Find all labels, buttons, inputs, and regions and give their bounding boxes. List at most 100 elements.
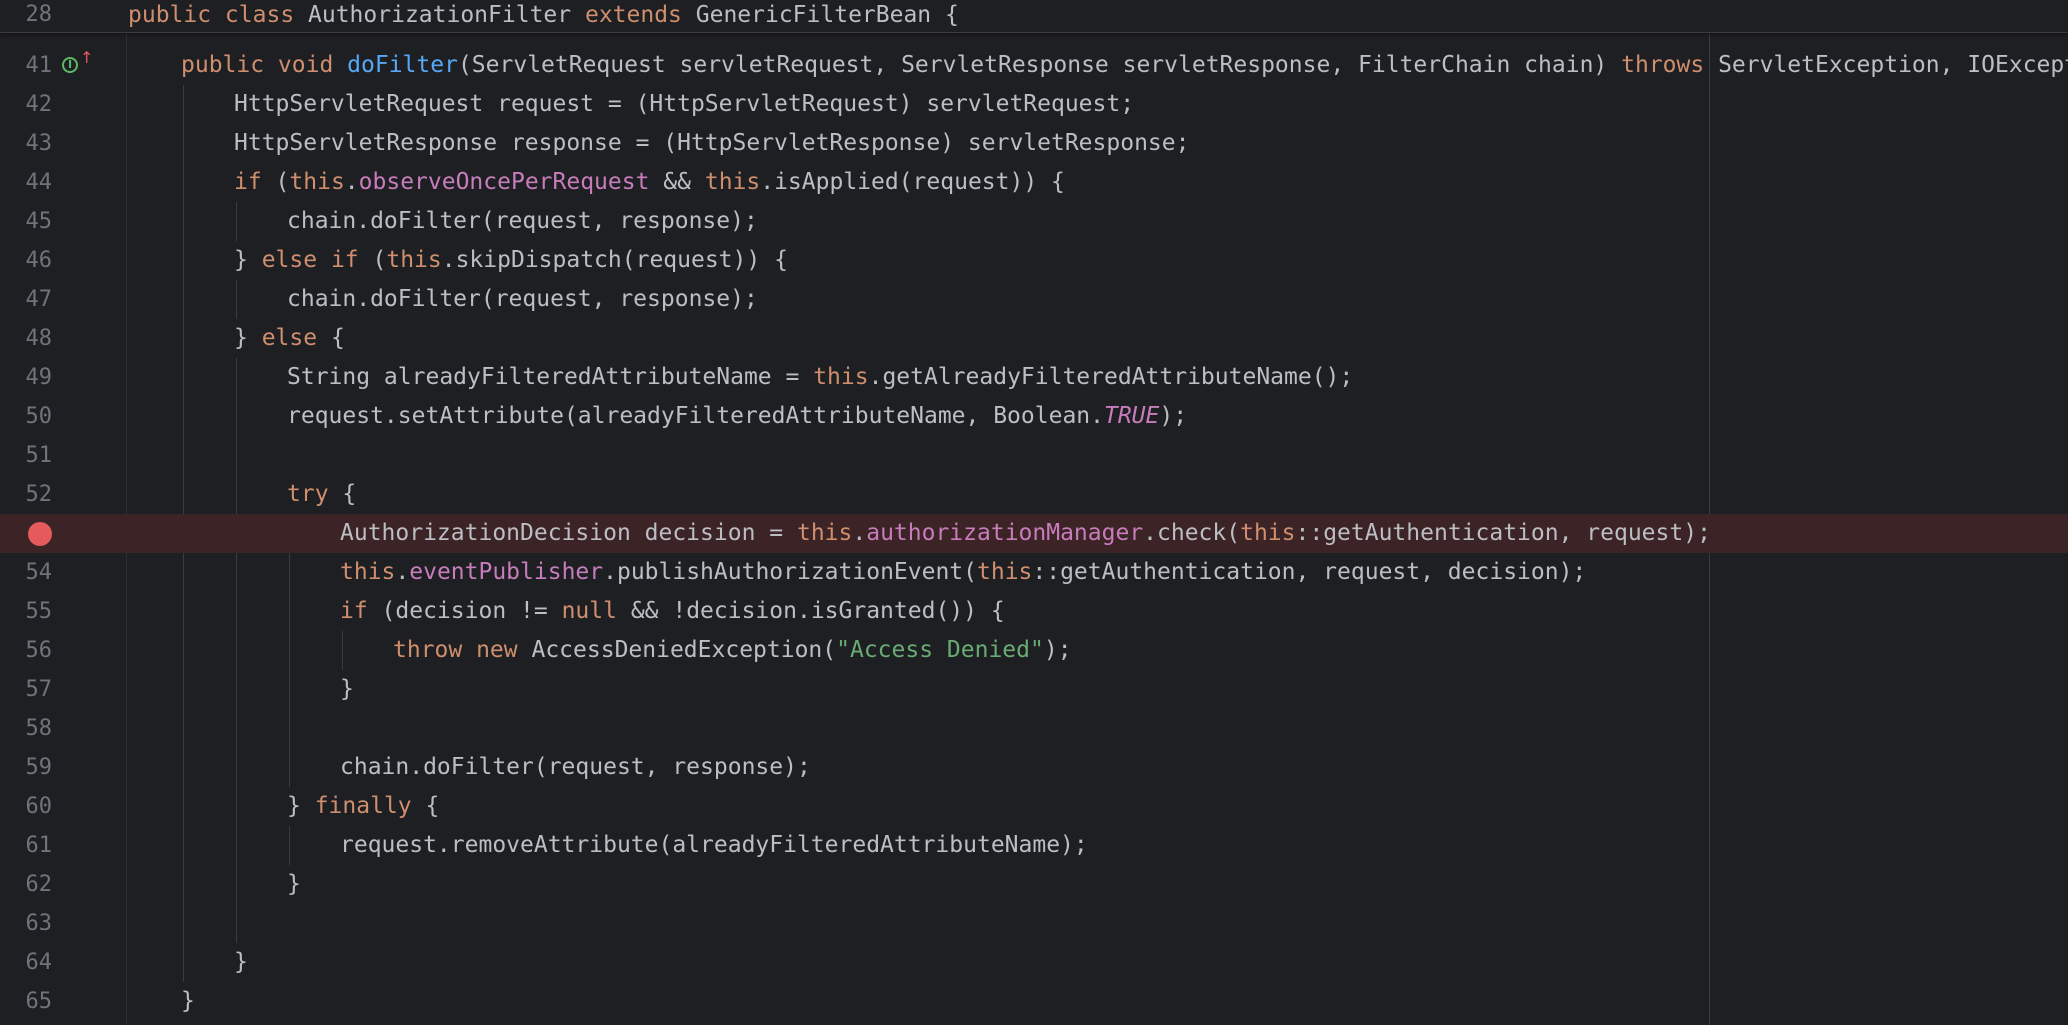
line-number[interactable]: 65 xyxy=(0,982,53,1021)
code-token: (decision != xyxy=(381,598,562,624)
code-line[interactable]: 57} xyxy=(0,670,2068,709)
code-line[interactable]: 50 request.setAttribute(alreadyFilteredAt… xyxy=(0,397,2068,436)
code-token: } xyxy=(287,793,315,819)
code-line[interactable]: 56 throw new AccessDeniedException("Acces… xyxy=(0,631,2068,670)
code-text[interactable]: AuthorizationDecision decision = this.au… xyxy=(340,514,1711,553)
line-number[interactable]: 59 xyxy=(0,748,53,787)
code-token: public class xyxy=(128,2,309,28)
code-line[interactable]: 41 I ↑ public void doFilter(ServletRequest … xyxy=(0,46,2068,85)
line-number[interactable]: 49 xyxy=(0,358,53,397)
code-text[interactable]: } finally { xyxy=(287,787,439,826)
implements-method-icon[interactable]: I xyxy=(62,57,78,73)
code-editor[interactable]: 28 public class AuthorizationFilter exte… xyxy=(0,0,2068,1025)
line-number[interactable]: 42 xyxy=(0,85,53,124)
code-token: if xyxy=(234,169,276,195)
code-line[interactable]: 45 chain.doFilter(request, response); xyxy=(0,202,2068,241)
code-line[interactable]: 52 try { xyxy=(0,475,2068,514)
code-token: } xyxy=(234,325,262,351)
code-token: this xyxy=(1240,520,1296,546)
code-token: ); xyxy=(1043,637,1072,663)
line-number[interactable]: 57 xyxy=(0,670,53,709)
code-token: public void xyxy=(181,52,348,78)
code-text[interactable]: } xyxy=(340,670,354,709)
code-text[interactable]: public class AuthorizationFilter extends… xyxy=(128,0,959,30)
code-token: else xyxy=(261,325,331,351)
code-text[interactable]: throw new AccessDeniedException("Access … xyxy=(393,631,1072,670)
code-token: } xyxy=(181,988,195,1014)
line-number[interactable]: 48 xyxy=(0,319,53,358)
code-text[interactable]: HttpServletResponse response = (HttpServ… xyxy=(234,124,1189,163)
line-number[interactable]: 63 xyxy=(0,904,53,943)
code-text[interactable]: } xyxy=(181,982,195,1021)
code-line[interactable]: 58 xyxy=(0,709,2068,748)
line-number[interactable]: 55 xyxy=(0,592,53,631)
line-number[interactable]: 61 xyxy=(0,826,53,865)
line-number[interactable]: 41 xyxy=(0,46,53,85)
line-number[interactable]: 50 xyxy=(0,397,53,436)
line-number[interactable]: 56 xyxy=(0,631,53,670)
code-token: ::getAuthentication, request, decision); xyxy=(1032,559,1587,585)
code-line[interactable]: 54 this.eventPublisher.publishAuthorizati… xyxy=(0,553,2068,592)
code-line[interactable]: 61 request.removeAttribute(alreadyFiltere… xyxy=(0,826,2068,865)
code-text[interactable]: public void doFilter(ServletRequest serv… xyxy=(181,46,2068,85)
code-token: ::getAuthentication, request); xyxy=(1295,520,1711,546)
code-line[interactable]: 51 xyxy=(0,436,2068,475)
code-text[interactable]: HttpServletRequest request = (HttpServle… xyxy=(234,85,1134,124)
code-line[interactable]: 64} xyxy=(0,943,2068,982)
code-line[interactable]: 55 if (decision != null && !decision.isGr… xyxy=(0,592,2068,631)
code-token: .skipDispatch(request)) { xyxy=(441,247,788,273)
code-text[interactable]: chain.doFilter(request, response); xyxy=(287,202,758,241)
code-line[interactable]: 42 HttpServletRequest request = (HttpServ… xyxy=(0,85,2068,124)
code-token: doFilter xyxy=(347,52,458,78)
line-number[interactable]: 60 xyxy=(0,787,53,826)
code-text[interactable]: chain.doFilter(request, response); xyxy=(340,748,811,787)
line-number[interactable]: 51 xyxy=(0,436,53,475)
code-token: request.setAttribute(alreadyFilteredAttr… xyxy=(287,403,1104,429)
code-line[interactable]: 65} xyxy=(0,982,2068,1021)
code-text[interactable]: this.eventPublisher.publishAuthorization… xyxy=(340,553,1586,592)
line-number[interactable]: 45 xyxy=(0,202,53,241)
line-number[interactable]: 43 xyxy=(0,124,53,163)
code-token: AuthorizationFilter xyxy=(308,2,585,28)
code-text[interactable]: } else { xyxy=(234,319,345,358)
code-text[interactable]: request.setAttribute(alreadyFilteredAttr… xyxy=(287,397,1187,436)
line-number[interactable]: 54 xyxy=(0,553,53,592)
code-token: eventPublisher xyxy=(409,559,604,585)
code-text[interactable]: } xyxy=(234,943,248,982)
code-line[interactable]: 47 chain.doFilter(request, response); xyxy=(0,280,2068,319)
code-token: .getAlreadyFilteredAttributeName(); xyxy=(868,364,1354,390)
line-number[interactable]: 58 xyxy=(0,709,53,748)
line-number[interactable]: 46 xyxy=(0,241,53,280)
code-token: AuthorizationDecision decision = xyxy=(340,520,797,546)
code-text[interactable]: if (this.observeOncePerRequest && this.i… xyxy=(234,163,1065,202)
code-line[interactable]: 62} xyxy=(0,865,2068,904)
code-line-breakpoint[interactable]: AuthorizationDecision decision = this.au… xyxy=(0,514,2068,553)
code-text[interactable]: String alreadyFilteredAttributeName = th… xyxy=(287,358,1353,397)
line-number[interactable]: 44 xyxy=(0,163,53,202)
code-line[interactable]: 46 } else if (this.skipDispatch(request))… xyxy=(0,241,2068,280)
line-number[interactable]: 52 xyxy=(0,475,53,514)
code-line[interactable]: 59 chain.doFilter(request, response); xyxy=(0,748,2068,787)
code-line[interactable]: 60 } finally { xyxy=(0,787,2068,826)
code-text[interactable]: if (decision != null && !decision.isGran… xyxy=(340,592,1005,631)
code-line[interactable]: 48 } else { xyxy=(0,319,2068,358)
code-text[interactable]: } xyxy=(287,865,301,904)
code-text[interactable]: try { xyxy=(287,475,356,514)
code-token: TRUE xyxy=(1103,403,1160,429)
code-line[interactable]: 63 xyxy=(0,904,2068,943)
sticky-class-header[interactable]: 28 public class AuthorizationFilter exte… xyxy=(0,0,2068,33)
line-number[interactable]: 28 xyxy=(0,0,53,30)
code-token: finally xyxy=(314,793,426,819)
line-number[interactable]: 47 xyxy=(0,280,53,319)
breakpoint-icon[interactable] xyxy=(28,522,52,546)
line-number[interactable]: 62 xyxy=(0,865,53,904)
code-line[interactable]: 49 String alreadyFilteredAttributeName = … xyxy=(0,358,2068,397)
code-text[interactable]: chain.doFilter(request, response); xyxy=(287,280,758,319)
code-line[interactable]: 43 HttpServletResponse response = (HttpSe… xyxy=(0,124,2068,163)
code-text[interactable]: } else if (this.skipDispatch(request)) { xyxy=(234,241,788,280)
code-text[interactable]: request.removeAttribute(alreadyFilteredA… xyxy=(340,826,1088,865)
code-token: . xyxy=(344,169,359,195)
code-line[interactable]: 44 if (this.observeOncePerRequest && this… xyxy=(0,163,2068,202)
line-number[interactable]: 64 xyxy=(0,943,53,982)
code-token: .check( xyxy=(1143,520,1241,546)
